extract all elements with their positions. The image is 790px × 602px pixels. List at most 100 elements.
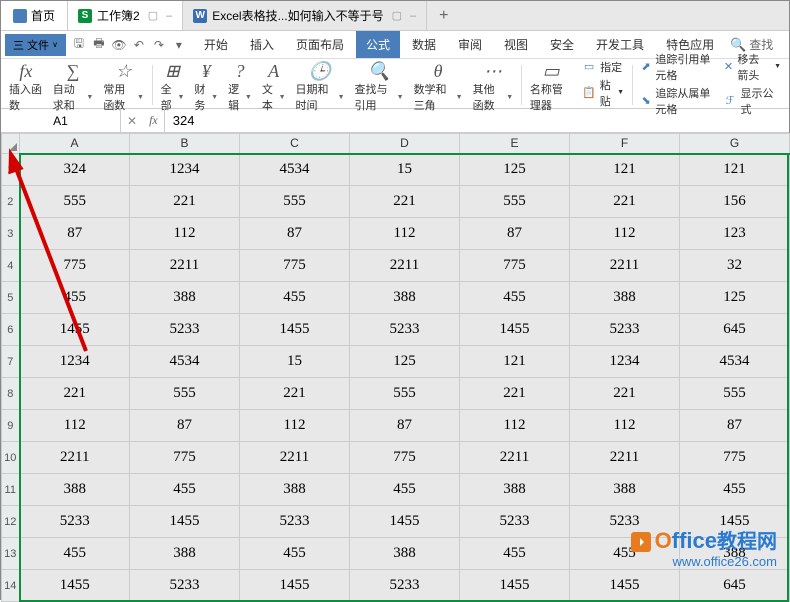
cell[interactable]: 1455 [350, 506, 460, 538]
row-header[interactable]: 5 [2, 282, 20, 314]
cell[interactable]: 112 [570, 218, 680, 250]
row-header[interactable]: 7 [2, 346, 20, 378]
cell[interactable]: 1455 [240, 570, 350, 602]
cell[interactable]: 1234 [570, 346, 680, 378]
cell[interactable]: 221 [130, 186, 240, 218]
cell[interactable]: 87 [460, 218, 570, 250]
tool-datetime[interactable]: 🕒 日期和时间▼ [292, 61, 349, 106]
ribbon-tab-review[interactable]: 审阅 [448, 31, 492, 58]
col-header[interactable]: G [680, 134, 790, 154]
cell[interactable]: 388 [130, 538, 240, 570]
cell[interactable]: 1234 [20, 346, 130, 378]
cell[interactable]: 87 [130, 410, 240, 442]
cell[interactable]: 112 [460, 410, 570, 442]
row-header[interactable]: 13 [2, 538, 20, 570]
cell[interactable]: 775 [20, 250, 130, 282]
cell[interactable]: 2211 [130, 250, 240, 282]
file-menu[interactable]: 三 文件 ∨ [5, 34, 66, 56]
cell[interactable]: 455 [680, 474, 790, 506]
tool-trace-prec[interactable]: ⬈追踪引用单元格 [641, 51, 714, 83]
cell[interactable]: 87 [20, 218, 130, 250]
cell[interactable]: 555 [240, 186, 350, 218]
cell[interactable]: 324 [20, 154, 130, 186]
cell[interactable]: 1455 [130, 506, 240, 538]
cell[interactable]: 555 [350, 378, 460, 410]
cell[interactable]: 2211 [20, 442, 130, 474]
cell[interactable]: 775 [130, 442, 240, 474]
cell[interactable]: 775 [350, 442, 460, 474]
cell[interactable]: 121 [680, 154, 790, 186]
cell[interactable]: 1455 [570, 570, 680, 602]
tool-lookup[interactable]: 🔍 查找与引用▼ [351, 61, 408, 106]
cell[interactable]: 121 [570, 154, 680, 186]
cell[interactable]: 125 [350, 346, 460, 378]
cancel-icon[interactable]: ✕ [127, 114, 137, 128]
cell[interactable]: 455 [350, 474, 460, 506]
cell[interactable]: 455 [460, 282, 570, 314]
row-header[interactable]: 3 [2, 218, 20, 250]
cell[interactable]: 5233 [350, 570, 460, 602]
tool-other[interactable]: ⋯ 其他函数▼ [469, 61, 518, 106]
tab-workbook2[interactable]: S 工作簿2 ▢ – [68, 1, 183, 30]
ribbon-tab-formula[interactable]: 公式 [356, 31, 400, 58]
tab-pin-icon[interactable]: – [410, 10, 416, 22]
col-header[interactable]: B [130, 134, 240, 154]
tab-menu-icon[interactable]: ▢ [392, 9, 402, 22]
cell[interactable]: 15 [350, 154, 460, 186]
cell[interactable]: 5233 [350, 314, 460, 346]
col-header[interactable]: F [570, 134, 680, 154]
cell[interactable]: 1455 [20, 570, 130, 602]
select-all-corner[interactable] [2, 134, 20, 154]
col-header[interactable]: A [20, 134, 130, 154]
cell[interactable]: 112 [570, 410, 680, 442]
cell[interactable]: 87 [680, 410, 790, 442]
cell[interactable]: 455 [240, 282, 350, 314]
cell[interactable]: 2211 [460, 442, 570, 474]
cell[interactable]: 1455 [240, 314, 350, 346]
tool-paste[interactable]: 📋粘贴▼ [582, 77, 624, 109]
cell[interactable]: 555 [680, 378, 790, 410]
cell[interactable]: 4534 [240, 154, 350, 186]
cell[interactable]: 87 [240, 218, 350, 250]
tool-logic[interactable]: ? 逻辑▼ [224, 61, 256, 106]
cell[interactable]: 645 [680, 314, 790, 346]
cell[interactable]: 156 [680, 186, 790, 218]
cell[interactable]: 112 [130, 218, 240, 250]
cell[interactable]: 455 [460, 538, 570, 570]
cell[interactable]: 555 [130, 378, 240, 410]
cell[interactable]: 2211 [350, 250, 460, 282]
tab-excel-doc[interactable]: W Excel表格技...如何输入不等于号 ▢ – [183, 1, 427, 30]
cell[interactable]: 221 [460, 378, 570, 410]
ribbon-tab-security[interactable]: 安全 [540, 31, 584, 58]
row-header[interactable]: 10 [2, 442, 20, 474]
cell[interactable]: 5233 [130, 570, 240, 602]
ribbon-tab-data[interactable]: 数据 [402, 31, 446, 58]
save-icon[interactable]: 🖫 [72, 38, 86, 52]
redo-icon[interactable]: ↷ [152, 38, 166, 52]
cell[interactable]: 2211 [570, 442, 680, 474]
print-icon[interactable]: 🖶 [92, 38, 106, 52]
row-header[interactable]: 12 [2, 506, 20, 538]
cell[interactable]: 1455 [460, 570, 570, 602]
cell[interactable]: 388 [570, 474, 680, 506]
row-header[interactable]: 6 [2, 314, 20, 346]
ribbon-tab-start[interactable]: 开始 [194, 31, 238, 58]
row-header[interactable]: 4 [2, 250, 20, 282]
row-header[interactable]: 2 [2, 186, 20, 218]
tab-add-button[interactable]: + [427, 7, 460, 25]
cell[interactable]: 2211 [240, 442, 350, 474]
cell[interactable]: 388 [570, 282, 680, 314]
tool-math[interactable]: θ 数学和三角▼ [410, 61, 467, 106]
row-header[interactable]: 11 [2, 474, 20, 506]
cell[interactable]: 2211 [570, 250, 680, 282]
cell[interactable]: 388 [350, 538, 460, 570]
cell[interactable]: 221 [350, 186, 460, 218]
tool-name-manager[interactable]: ▭ 名称管理器 [526, 61, 576, 106]
preview-icon[interactable]: 👁 [112, 38, 126, 52]
cell[interactable]: 15 [240, 346, 350, 378]
undo-icon[interactable]: ↶ [132, 38, 146, 52]
cell[interactable]: 5233 [130, 314, 240, 346]
cell[interactable]: 388 [460, 474, 570, 506]
row-header[interactable]: 8 [2, 378, 20, 410]
cell[interactable]: 775 [460, 250, 570, 282]
